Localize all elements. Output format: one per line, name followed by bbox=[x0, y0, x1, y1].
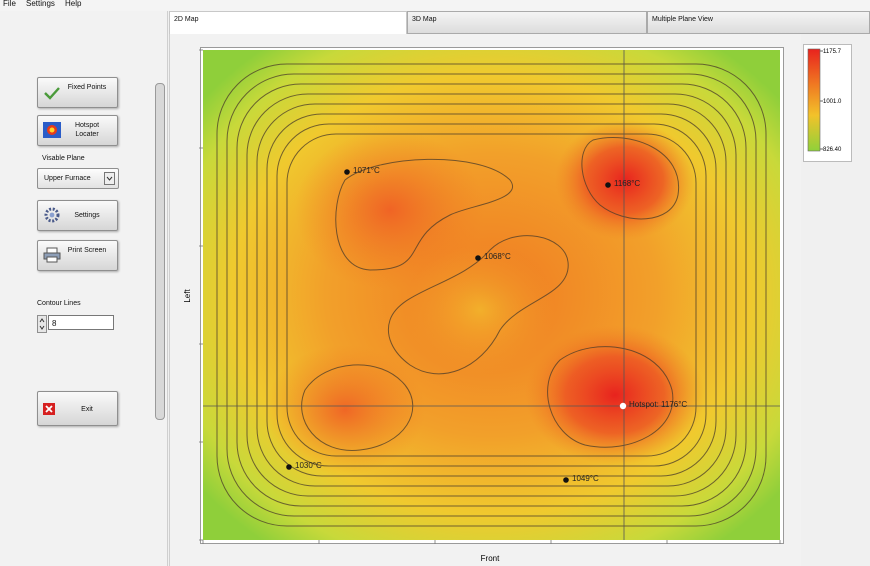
point-marker[interactable] bbox=[563, 477, 569, 483]
point-label: 1030°C bbox=[295, 461, 322, 470]
colorbar-gradient bbox=[807, 48, 821, 152]
point-label: 1071°C bbox=[353, 166, 380, 175]
hotspot-marker[interactable] bbox=[619, 402, 627, 410]
colorbar-legend: 1175.7 1001.0 826.40 bbox=[803, 44, 852, 162]
point-label: 1049°C bbox=[572, 474, 599, 483]
x-axis-label: Front bbox=[481, 554, 500, 563]
y-axis-label: Left bbox=[183, 289, 192, 303]
heatmap-chart: 1071°C 1168°C 1068°C Hotspot: 1176°C 1030°C 1… bbox=[183, 49, 781, 563]
point-label: 1068°C bbox=[484, 252, 511, 261]
point-marker[interactable] bbox=[344, 169, 350, 175]
point-marker[interactable] bbox=[475, 255, 481, 261]
hotspot-label: Hotspot: 1176°C bbox=[629, 400, 687, 409]
point-label: 1168°C bbox=[614, 179, 640, 188]
colorbar-min-label: 826.40 bbox=[823, 147, 842, 153]
colorbar-max-label: 1175.7 bbox=[823, 49, 842, 55]
point-marker[interactable] bbox=[286, 464, 292, 470]
point-marker[interactable] bbox=[605, 182, 611, 188]
colorbar-mid-label: 1001.0 bbox=[823, 99, 842, 105]
cool-zone-center bbox=[405, 245, 555, 375]
hot-zone-bottom-right bbox=[525, 325, 705, 465]
